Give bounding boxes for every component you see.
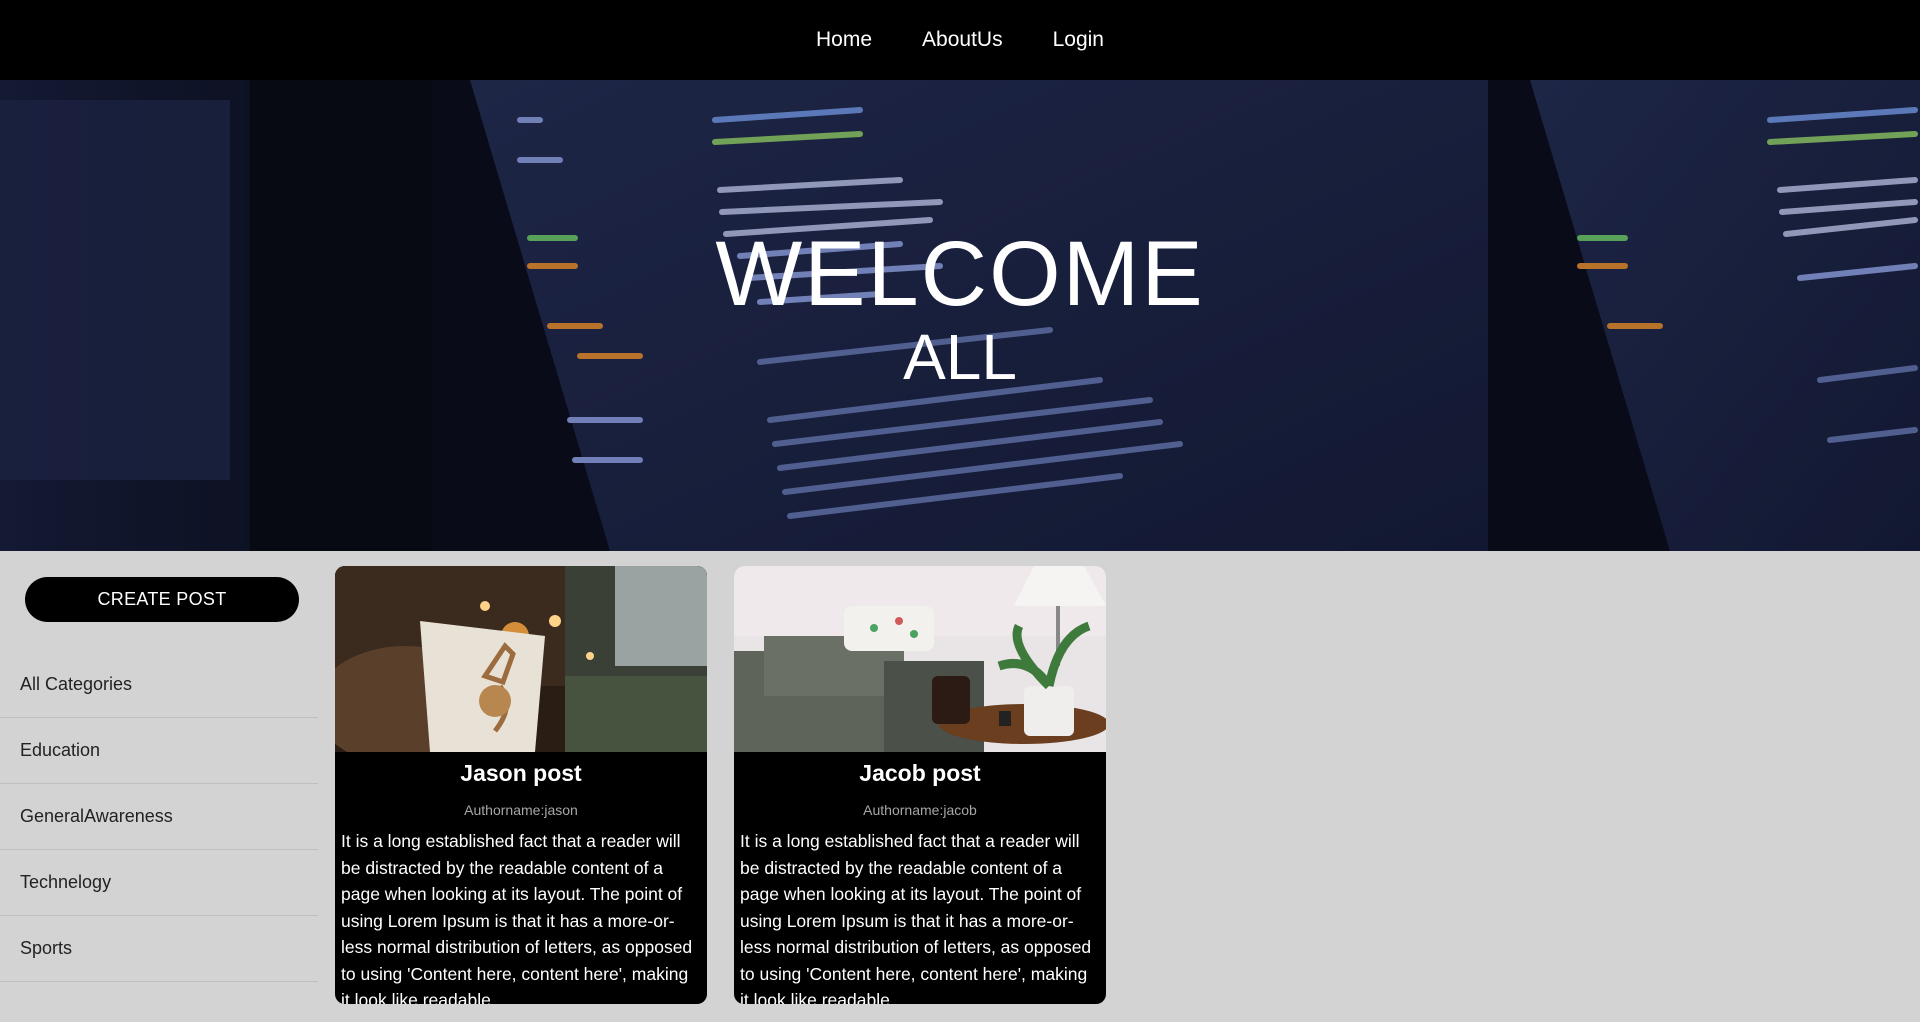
hero-subtitle: ALL [903,321,1017,393]
nav-aboutus-link[interactable]: AboutUs [922,28,1003,52]
category-item-sports[interactable]: Sports [0,916,318,982]
post-excerpt: It is a long established fact that a rea… [740,831,1092,1004]
post-card[interactable]: Jason post Authorname:jason It is a long… [335,566,707,1004]
create-post-button[interactable]: CREATE POST [25,577,299,622]
category-sidebar: CREATE POST All Categories Education Gen… [0,551,320,1022]
post-title: Jacob post [859,760,981,786]
category-item-technelogy[interactable]: Technelogy [0,850,318,916]
category-item-education[interactable]: Education [0,718,318,784]
nav-home-link[interactable]: Home [816,28,872,52]
post-author: Authorname:jacob [863,802,977,818]
post-card[interactable]: Jacob post Authorname:jacob It is a long… [734,566,1106,1004]
category-item-generalawareness[interactable]: GeneralAwareness [0,784,318,850]
post-title: Jason post [460,760,582,786]
top-navbar: Home AboutUs Login [0,0,1920,80]
hero-title: WELCOME [715,223,1205,325]
category-item-all[interactable]: All Categories [0,651,318,718]
hero-banner: WELCOME ALL [0,80,1920,551]
post-excerpt: It is a long established fact that a rea… [341,831,693,1004]
post-image [734,566,1106,752]
nav-login-link[interactable]: Login [1053,28,1104,52]
post-image [335,566,707,752]
post-author: Authorname:jason [464,802,578,818]
category-list: All Categories Education GeneralAwarenes… [0,651,318,982]
